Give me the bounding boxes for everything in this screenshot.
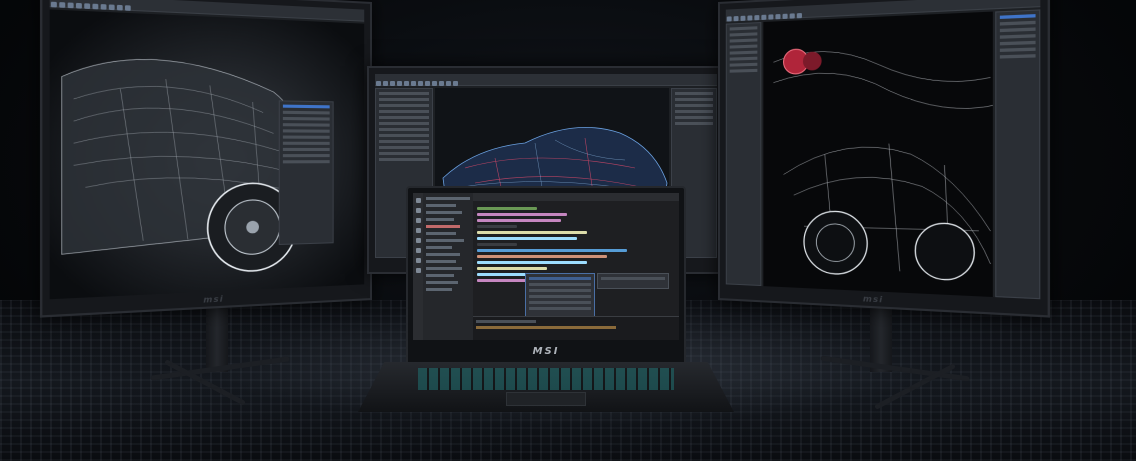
laptop-screen-ide <box>413 193 679 340</box>
product-scene: msi msi MSI <box>0 0 1136 461</box>
ide-autocomplete-popup <box>525 273 595 321</box>
laptop-lid: MSI <box>406 186 686 364</box>
right-monitor: msi <box>718 0 1051 318</box>
right-monitor-screen <box>725 0 1041 300</box>
monitor-logo: msi <box>203 294 224 305</box>
ide-file-explorer <box>423 193 473 340</box>
left-monitor: msi <box>39 0 372 318</box>
touchpad <box>506 392 586 406</box>
ide-hover-tooltip <box>597 273 669 289</box>
cad-properties-panel <box>278 100 334 246</box>
ide-terminal-panel <box>473 316 679 340</box>
properties-panel <box>995 9 1041 300</box>
wireframe-sportscar-render <box>763 12 992 297</box>
monitor-logo: msi <box>862 294 884 305</box>
laptop-logo: MSI <box>532 346 560 357</box>
scene-outliner-panel <box>725 22 762 287</box>
cad-toolbar <box>375 74 717 86</box>
backlit-keyboard <box>418 368 674 390</box>
ide-activity-bar <box>413 193 423 340</box>
ide-editor-tabs <box>473 193 679 201</box>
laptop-keyboard-deck <box>358 362 734 412</box>
left-monitor-screen <box>49 0 365 300</box>
wireframe-viewport <box>763 11 993 298</box>
